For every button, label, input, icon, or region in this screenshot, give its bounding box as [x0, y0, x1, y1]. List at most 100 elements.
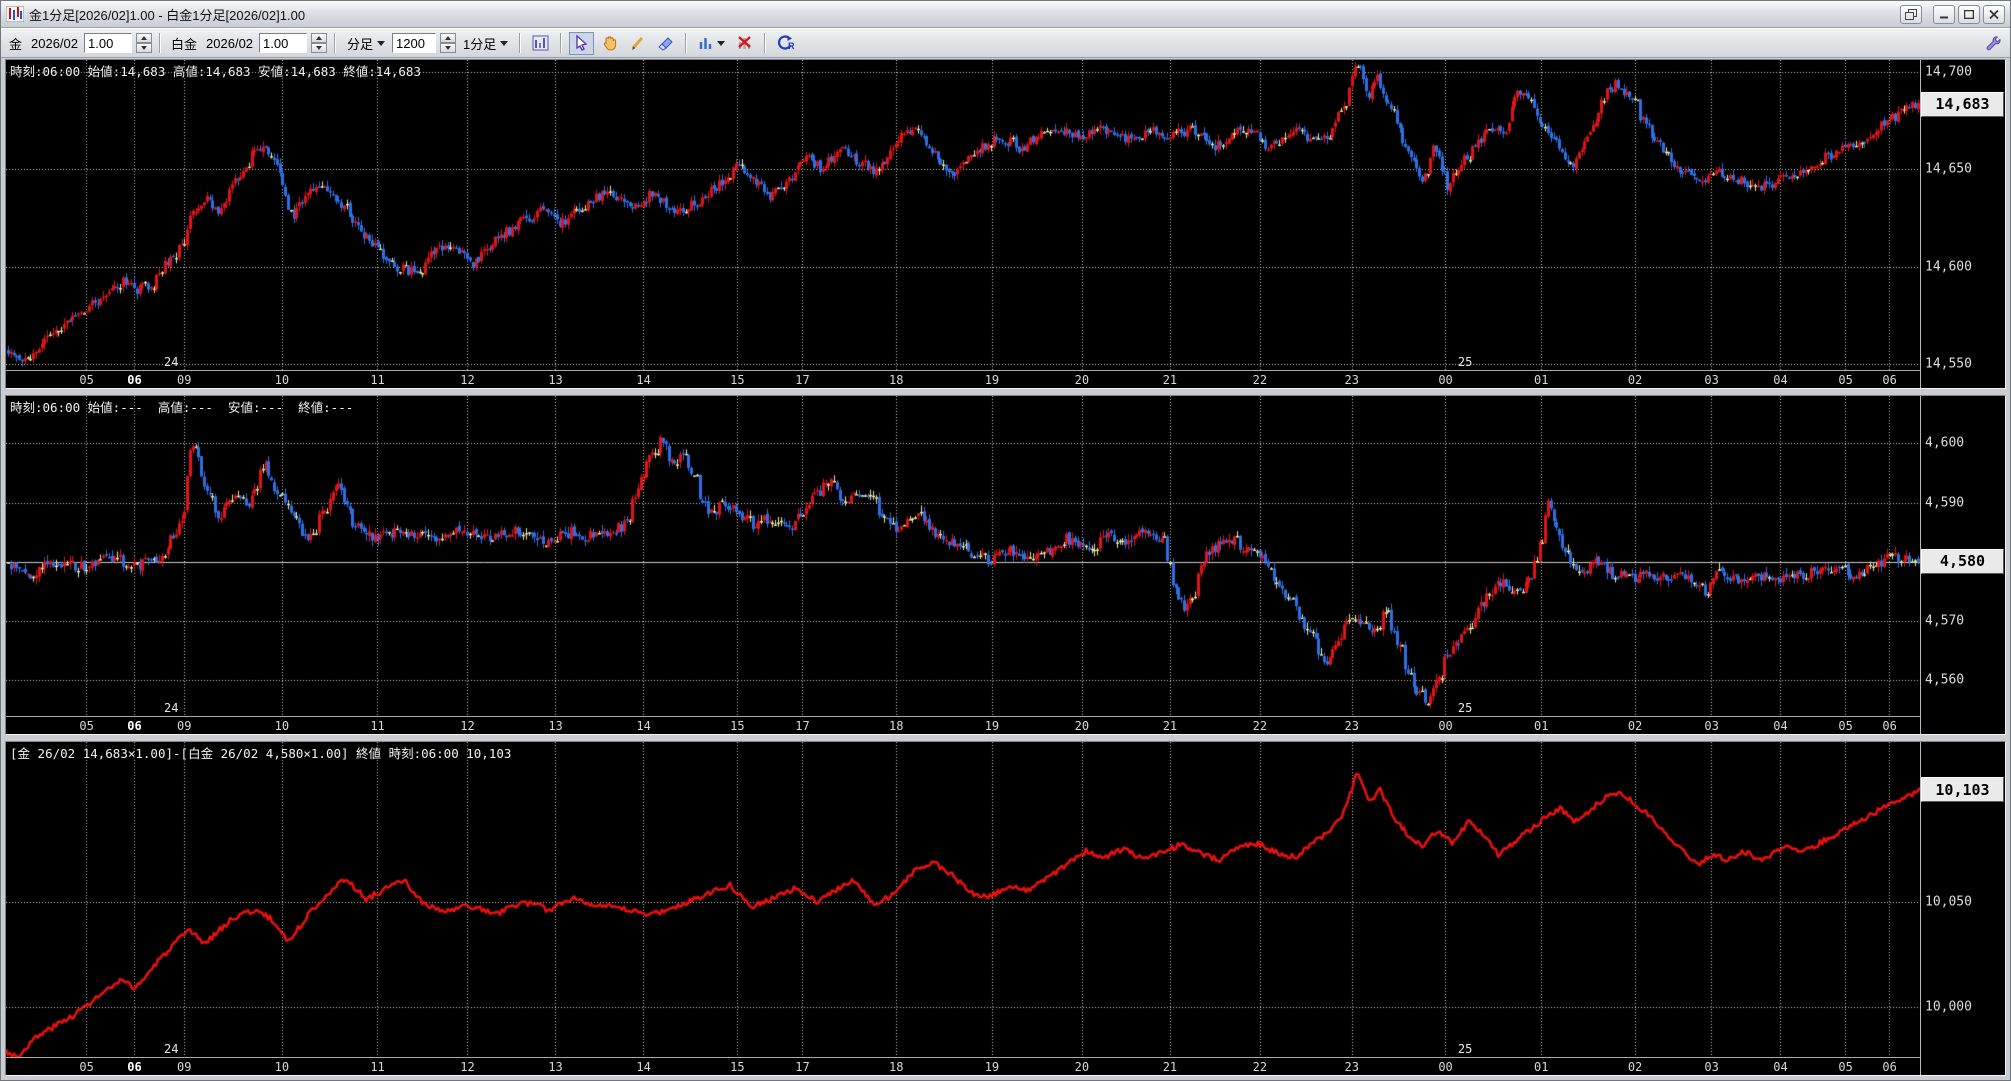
- spread-chart-canvas[interactable]: [6, 742, 1920, 1057]
- time-axis-label: 04: [1773, 719, 1788, 733]
- bar-count-input[interactable]: [392, 33, 437, 53]
- maximize-button[interactable]: [1958, 4, 1980, 24]
- time-axis-label: 14: [636, 719, 651, 733]
- spread-chart-panel: [金 26/02 14,683×1.00]-[白金 26/02 4,580×1.…: [5, 741, 2006, 1076]
- spin-down-button[interactable]: [440, 43, 457, 53]
- close-button[interactable]: [1983, 4, 2005, 24]
- platinum-ohlc-readout: 時刻:06:00 始値:--- 高値:--- 安値:--- 終値:---: [10, 400, 354, 415]
- spin-down-icon: [141, 46, 148, 50]
- platinum-multiplier-input[interactable]: [259, 33, 308, 53]
- platinum-chart-canvas[interactable]: [6, 396, 1920, 716]
- time-axis-label: 06: [1882, 1060, 1897, 1074]
- time-axis-label: 18: [889, 1060, 904, 1074]
- settings-wrench-button[interactable]: [1980, 32, 2005, 55]
- spin-up-icon: [445, 36, 452, 40]
- y-axis-tick: 10,050: [1925, 894, 1972, 910]
- wrench-icon: [1986, 36, 2001, 51]
- gold-month-label: 2026/02: [31, 35, 79, 51]
- current-price-box: 14,683: [1921, 91, 2004, 117]
- time-axis-label: 20: [1074, 373, 1090, 387]
- gold-multiplier-stepper: [136, 33, 153, 53]
- select-cursor-button[interactable]: [569, 31, 595, 55]
- time-axis-label: 13: [548, 1060, 563, 1074]
- reload-button[interactable]: R: [773, 32, 799, 55]
- chart-clear-button[interactable]: [732, 32, 757, 55]
- bar-chart-icon: [700, 37, 712, 49]
- app-icon: [6, 6, 24, 22]
- platinum-price-axis: 4,6004,5904,5804,5704,5604,580: [1920, 396, 2005, 734]
- svg-text:R: R: [788, 41, 795, 51]
- time-axis-label: 06: [127, 373, 142, 387]
- chart-type-dropdown[interactable]: [694, 32, 729, 55]
- spin-up-button[interactable]: [311, 33, 328, 43]
- spin-up-button[interactable]: [136, 33, 153, 43]
- time-axis-label: 21: [1162, 1060, 1178, 1074]
- time-axis-label: 11: [370, 719, 385, 733]
- y-axis-tick: 14,600: [1925, 259, 1972, 275]
- toolbar-separator: [764, 33, 767, 53]
- bar-type-dropdown[interactable]: 分足: [343, 32, 389, 55]
- eraser-button[interactable]: [653, 32, 678, 55]
- maximize-icon: [1964, 9, 1974, 19]
- time-axis-label: 17: [795, 373, 810, 387]
- spin-down-button[interactable]: [311, 43, 328, 53]
- time-axis-label: 03: [1704, 1060, 1719, 1074]
- time-axis-label: 21: [1162, 719, 1178, 733]
- bar-count-stepper: [440, 33, 457, 53]
- time-axis-label: 22: [1252, 1060, 1268, 1074]
- gold-chart-panel: 時刻:06:00 始値:14,683 高値:14,683 安値:14,683 終…: [5, 59, 2006, 389]
- time-axis-label: 00: [1438, 373, 1453, 387]
- spin-down-button[interactable]: [136, 43, 153, 53]
- time-axis-label: 05: [79, 719, 94, 733]
- title-bar[interactable]: 金1分足[2026/02]1.00 - 白金1分足[2026/02]1.00: [1, 1, 2010, 28]
- time-axis-label: 05: [1838, 373, 1853, 387]
- gold-chart-canvas[interactable]: [6, 60, 1920, 370]
- layout-button[interactable]: [1900, 4, 1922, 24]
- time-axis-label: 06: [127, 719, 142, 733]
- time-axis-label: 01: [1534, 719, 1549, 733]
- spin-up-icon: [141, 36, 148, 40]
- chart-settings-button[interactable]: [528, 32, 553, 55]
- time-axis-label: 15: [730, 373, 745, 387]
- time-axis-label: 18: [889, 373, 904, 387]
- gold-plot-area: 時刻:06:00 始値:14,683 高値:14,683 安値:14,683 終…: [6, 60, 1920, 370]
- time-axis-label: 11: [370, 373, 385, 387]
- time-axis-label: 20: [1074, 1060, 1090, 1074]
- spin-down-icon: [316, 46, 323, 50]
- spin-up-button[interactable]: [440, 33, 457, 43]
- day-marker: 25: [1457, 701, 1473, 715]
- layout-icon: [1905, 8, 1917, 20]
- chart-settings-icon: [532, 35, 549, 51]
- time-axis-label: 05: [79, 1060, 94, 1074]
- time-axis-label: 11: [370, 1060, 385, 1074]
- y-axis-tick: 4,560: [1925, 672, 1965, 688]
- time-axis-label: 01: [1534, 1060, 1549, 1074]
- time-axis-label: 13: [548, 719, 563, 733]
- time-axis-label: 14: [636, 1060, 651, 1074]
- time-axis-label: 06: [1882, 373, 1897, 387]
- hand-pan-button[interactable]: [597, 32, 622, 55]
- day-marker: 24: [164, 1042, 179, 1056]
- time-axis-label: 05: [1838, 719, 1853, 733]
- time-axis-label: 09: [177, 719, 192, 733]
- time-axis-label: 19: [984, 719, 1000, 733]
- draw-line-button[interactable]: [625, 32, 650, 55]
- y-axis-tick: 4,570: [1925, 613, 1965, 629]
- time-axis-label: 21: [1162, 373, 1178, 387]
- y-axis-tick: 4,590: [1925, 495, 1965, 511]
- y-axis-tick: 14,650: [1925, 161, 1972, 177]
- spread-plot-area: [金 26/02 14,683×1.00]-[白金 26/02 4,580×1.…: [6, 742, 1920, 1057]
- toolbar-separator: [159, 33, 162, 53]
- time-axis-label: 19: [984, 1060, 1000, 1074]
- interval-dropdown[interactable]: 1分足: [459, 32, 512, 55]
- gold-symbol-label: 金: [9, 36, 23, 52]
- chevron-down-icon: [500, 40, 509, 46]
- minimize-button[interactable]: [1933, 4, 1955, 24]
- time-axis-label: 05: [79, 373, 94, 387]
- time-axis-label: 06: [127, 1060, 142, 1074]
- day-marker: 24: [164, 355, 179, 369]
- y-axis-tick: 4,600: [1925, 435, 1965, 451]
- time-axis-label: 06: [1882, 719, 1897, 733]
- gold-multiplier-input[interactable]: [84, 33, 133, 53]
- time-axis-label: 01: [1534, 373, 1549, 387]
